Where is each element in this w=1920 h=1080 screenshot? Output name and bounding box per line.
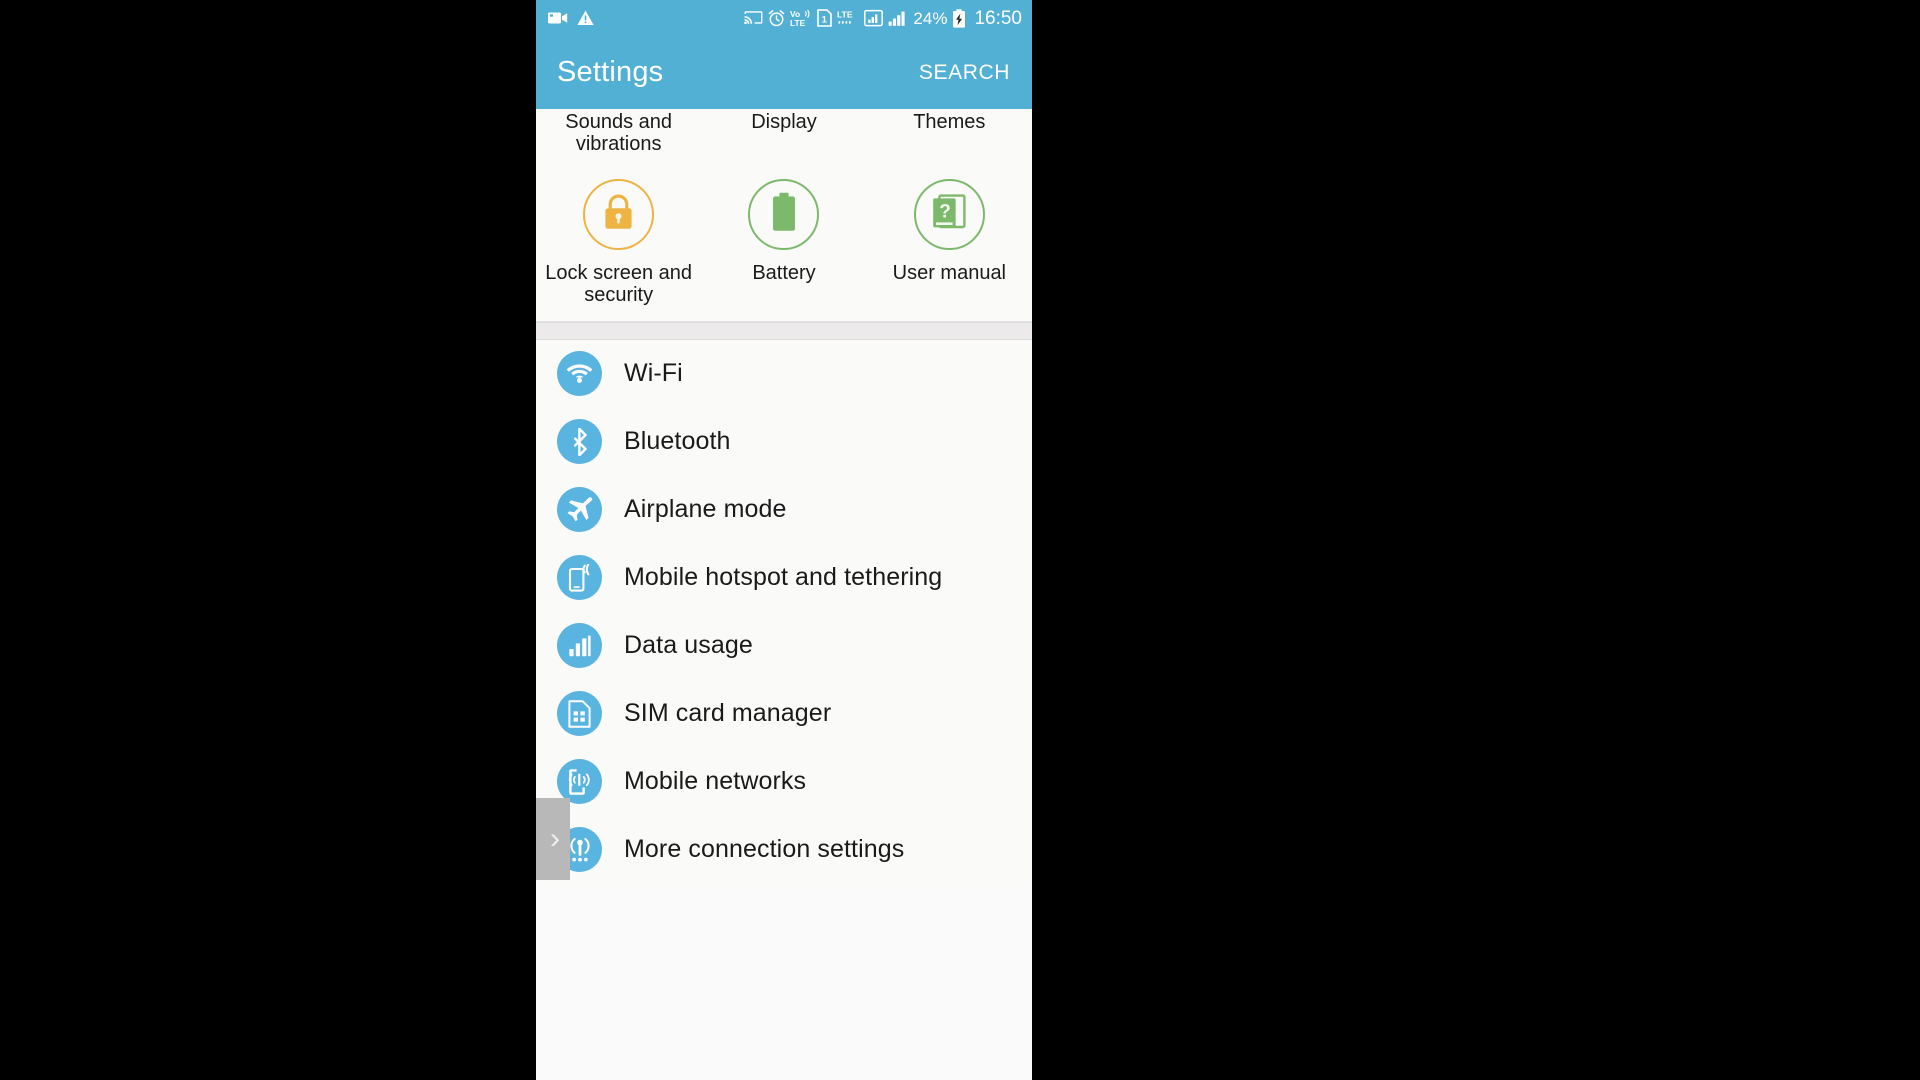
battery-charging-icon — [952, 8, 966, 28]
status-bar: Vo LTE 1 LTE 24% 16:50 — [536, 0, 1032, 36]
settings-item-label: Mobile networks — [624, 767, 807, 796]
status-bar-left-icons — [548, 10, 594, 26]
svg-text:LTE: LTE — [790, 18, 806, 27]
page-title: Settings — [557, 56, 664, 88]
warning-triangle-icon — [577, 10, 594, 26]
search-button[interactable]: SEARCH — [915, 55, 1014, 91]
screen-cast-icon — [744, 10, 763, 26]
chevron-right-icon: › — [550, 822, 560, 855]
alarm-clock-icon — [768, 9, 785, 27]
quick-display[interactable]: Display — [701, 109, 866, 165]
quick-sounds-and-vibrations[interactable]: Sounds and vibrations — [536, 109, 701, 165]
sim-slot-1-icon: 1 — [817, 9, 833, 27]
quick-user-manual[interactable]: ? User manual — [867, 165, 1032, 307]
quick-grid-label: Lock screen and security — [545, 262, 693, 307]
quick-grid-label: Display — [751, 111, 817, 133]
settings-item-sim-card-manager[interactable]: SIM card manager — [536, 680, 1032, 748]
hotspot-icon — [557, 555, 602, 601]
lte-network-icon: LTE — [837, 9, 859, 27]
quick-grid-row-top: Sounds and vibrations Display Themes — [536, 109, 1032, 165]
phone-screen: Vo LTE 1 LTE 24% 16:50 Settings SEARCH S… — [536, 0, 1032, 1080]
settings-list: Wi-Fi Bluetooth Airplane mode Mobile hot… — [536, 339, 1032, 884]
settings-item-label: Mobile hotspot and tethering — [624, 563, 943, 592]
sim-card-icon — [557, 691, 602, 737]
lock-icon-ring — [583, 179, 655, 250]
section-separator-band — [536, 321, 1032, 340]
quick-grid-label: Themes — [913, 111, 986, 133]
data-usage-icon — [557, 623, 602, 669]
quick-themes[interactable]: Themes — [867, 109, 1032, 165]
screen-recorder-icon — [548, 11, 568, 25]
manual-question-icon: ? — [930, 193, 968, 236]
manual-icon-ring: ? — [913, 179, 985, 250]
bluetooth-icon — [557, 419, 602, 465]
app-bar: Settings SEARCH — [536, 36, 1032, 109]
battery-percent-label: 24% — [913, 8, 948, 28]
status-bar-right-icons: Vo LTE 1 LTE 24% 16:50 — [744, 9, 1022, 28]
svg-text:?: ? — [940, 201, 952, 222]
signal-bars-sim2-icon — [888, 9, 908, 27]
quick-settings-grid: Sounds and vibrations Display Themes Loc… — [536, 109, 1032, 321]
clock-label: 16:50 — [974, 7, 1022, 29]
settings-item-label: Airplane mode — [624, 495, 787, 524]
volte-icon: Vo LTE — [790, 9, 812, 27]
settings-item-airplane-mode[interactable]: Airplane mode — [536, 476, 1032, 544]
svg-text:LTE: LTE — [837, 9, 853, 19]
quick-battery[interactable]: Battery — [701, 165, 866, 307]
lock-icon — [602, 193, 635, 236]
quick-grid-label: User manual — [892, 262, 1007, 284]
settings-item-label: Wi-Fi — [624, 359, 683, 388]
screenshot-root: Vo LTE 1 LTE 24% 16:50 Settings SEARCH S… — [0, 0, 1920, 1080]
settings-item-mobile-hotspot-and-tethering[interactable]: Mobile hotspot and tethering — [536, 544, 1032, 612]
quick-grid-label: Battery — [752, 262, 816, 284]
airplane-icon — [557, 487, 602, 533]
edge-panel-handle[interactable]: › — [536, 798, 570, 880]
settings-item-mobile-networks[interactable]: Mobile networks — [536, 748, 1032, 816]
svg-text:1: 1 — [822, 14, 828, 25]
quick-lock-screen-and-security[interactable]: Lock screen and security — [536, 165, 701, 307]
quick-grid-row-bottom: Lock screen and security Battery ? User … — [536, 165, 1032, 307]
quick-grid-label: Sounds and vibrations — [565, 111, 673, 156]
settings-item-label: Data usage — [624, 631, 753, 660]
wifi-icon — [557, 351, 602, 397]
battery-icon-ring — [748, 179, 820, 250]
settings-item-wifi[interactable]: Wi-Fi — [536, 340, 1032, 408]
settings-item-data-usage[interactable]: Data usage — [536, 612, 1032, 680]
settings-item-label: Bluetooth — [624, 427, 731, 456]
settings-item-bluetooth[interactable]: Bluetooth — [536, 408, 1032, 476]
battery-icon — [770, 192, 798, 237]
settings-item-label: More connection settings — [624, 835, 905, 864]
signal-bars-sim1-icon — [864, 9, 884, 27]
settings-item-more-connection-settings[interactable]: More connection settings — [536, 816, 1032, 884]
settings-item-label: SIM card manager — [624, 699, 832, 728]
